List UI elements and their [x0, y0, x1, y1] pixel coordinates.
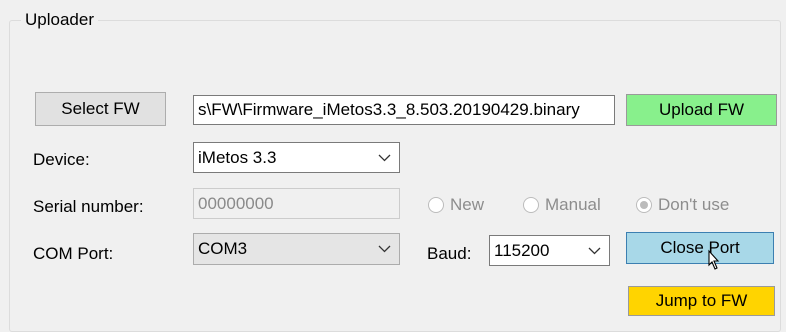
serial-number-label: Serial number: — [33, 197, 144, 216]
device-value: iMetos 3.3 — [198, 147, 277, 167]
com-port-value: COM3 — [198, 239, 248, 258]
chevron-down-icon — [378, 245, 391, 253]
serial-option-manual: Manual — [523, 195, 601, 215]
com-port-select[interactable]: COM3 — [193, 233, 400, 265]
com-port-label: COM Port: — [33, 244, 114, 263]
baud-value: 115200 — [494, 240, 550, 260]
baud-label: Baud: — [427, 244, 472, 263]
radio-circle-icon — [523, 197, 539, 213]
serial-option-new: New — [428, 195, 484, 215]
radio-label: New — [450, 195, 485, 214]
device-select[interactable]: iMetos 3.3 — [193, 142, 400, 173]
radio-label: Manual — [545, 195, 601, 214]
serial-number-field: 00000000 — [193, 188, 400, 219]
chevron-down-icon — [588, 247, 601, 255]
baud-select[interactable]: 115200 — [489, 235, 610, 266]
chevron-down-icon — [378, 154, 391, 162]
close-port-button[interactable]: Close Port — [626, 232, 774, 264]
radio-label: Don't use — [658, 195, 730, 214]
radio-circle-icon — [428, 197, 444, 213]
select-fw-button[interactable]: Select FW — [35, 92, 166, 126]
radio-selected-icon — [636, 197, 652, 213]
jump-to-fw-button[interactable]: Jump to FW — [628, 286, 775, 316]
firmware-path-field[interactable]: s\FW\Firmware_iMetos3.3_8.503.20190429.b… — [193, 95, 615, 125]
group-title: Uploader — [21, 9, 98, 31]
upload-fw-button[interactable]: Upload FW — [626, 94, 777, 126]
mouse-pointer-icon — [704, 249, 724, 275]
serial-option-dont-use: Don't use — [636, 195, 729, 215]
device-label: Device: — [33, 150, 90, 169]
